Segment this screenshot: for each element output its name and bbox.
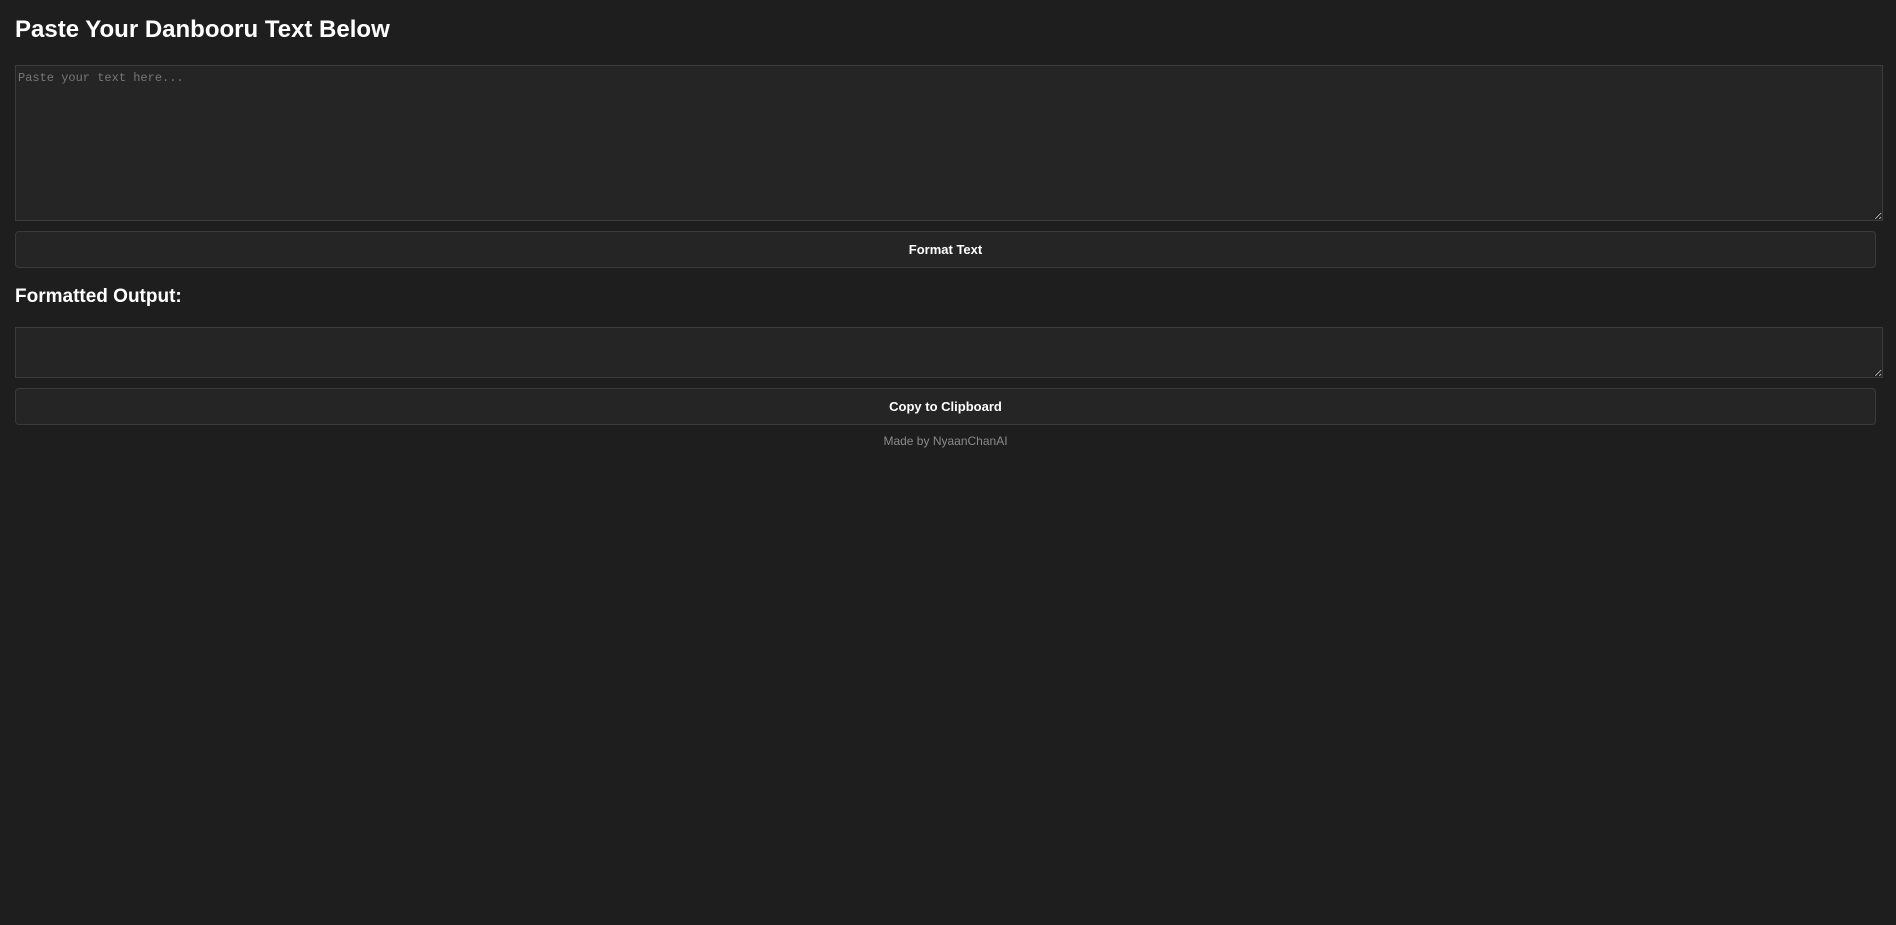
copy-to-clipboard-button[interactable]: Copy to Clipboard [15, 388, 1876, 425]
footer-credit: Made by NyaanChanAI [883, 434, 1008, 448]
format-text-button[interactable]: Format Text [15, 231, 1876, 268]
page-title: Paste Your Danbooru Text Below [15, 16, 390, 43]
output-heading: Formatted Output: [15, 286, 182, 307]
output-textarea[interactable] [15, 327, 1883, 378]
input-textarea[interactable] [15, 65, 1883, 221]
